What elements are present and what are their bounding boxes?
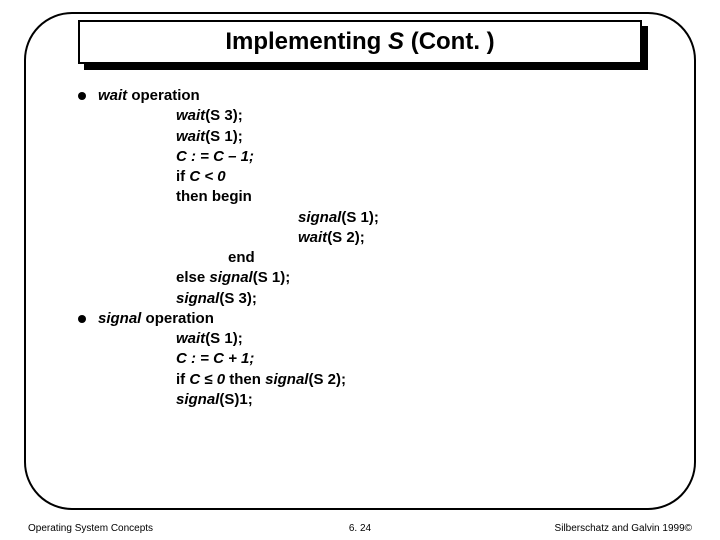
bullet-icon xyxy=(78,92,86,100)
bullet-wait: wait operation wait(S 3); wait(S 1); C :… xyxy=(78,86,658,309)
code-text: then begin xyxy=(176,188,252,205)
code-text: (S 1); xyxy=(341,209,379,226)
wait-line-4: if C < 0 xyxy=(98,167,379,187)
leq-symbol-icon: ≤ xyxy=(204,371,212,388)
code-text: 0 xyxy=(213,371,230,388)
code-text: (S 3); xyxy=(205,107,243,124)
title-italic: S xyxy=(388,28,404,55)
title-container: Implementing S (Cont. ) xyxy=(78,20,642,64)
signal-block: signal operation wait(S 1); C : = C + 1;… xyxy=(98,309,346,410)
wait-line-2: wait(S 1); xyxy=(98,127,379,147)
content-area: wait operation wait(S 3); wait(S 1); C :… xyxy=(78,86,658,410)
title-box: Implementing S (Cont. ) xyxy=(78,20,642,64)
code-text: C : = C – 1; xyxy=(176,148,254,165)
signal-heading-italic: signal xyxy=(98,310,141,327)
slide: Implementing S (Cont. ) wait operation w… xyxy=(0,0,720,540)
wait-heading: wait operation xyxy=(98,86,379,106)
signal-heading: signal operation xyxy=(98,309,346,329)
wait-line-7: wait(S 2); xyxy=(98,228,379,248)
code-text: (S 2); xyxy=(327,229,365,246)
code-text: (S 1); xyxy=(205,330,243,347)
footer-right: Silberschatz and Galvin 1999© xyxy=(555,523,692,534)
code-text: (S 1); xyxy=(205,128,243,145)
wait-heading-italic: wait xyxy=(98,87,127,104)
signal-line-3: if C ≤ 0 then signal(S 2); xyxy=(98,370,346,390)
title-post: (Cont. ) xyxy=(404,28,495,55)
code-text: (S 3); xyxy=(219,290,257,307)
signal-line-4: signal(S)1; xyxy=(98,390,346,410)
signal-line-1: wait(S 1); xyxy=(98,329,346,349)
signal-heading-rest: operation xyxy=(141,310,214,327)
wait-line-8: end xyxy=(98,248,379,268)
code-text: then xyxy=(229,371,265,388)
wait-line-9: else signal(S 1); xyxy=(98,268,379,288)
slide-title: Implementing S (Cont. ) xyxy=(225,28,494,56)
code-text: signal xyxy=(209,269,252,286)
code-text: (S)1; xyxy=(219,391,252,408)
code-text: (S 2); xyxy=(308,371,346,388)
wait-line-5: then begin xyxy=(98,187,379,207)
code-text: C < 0 xyxy=(189,168,225,185)
code-text: else xyxy=(176,269,209,286)
wait-block: wait operation wait(S 3); wait(S 1); C :… xyxy=(98,86,379,309)
signal-line-2: C : = C + 1; xyxy=(98,349,346,369)
code-text: C : = C + 1; xyxy=(176,350,254,367)
code-text: wait xyxy=(176,107,205,124)
footer-right-text: Silberschatz and Galvin 1999 xyxy=(555,523,685,534)
wait-line-3: C : = C – 1; xyxy=(98,147,379,167)
copyright-icon: © xyxy=(685,523,692,534)
wait-line-1: wait(S 3); xyxy=(98,106,379,126)
code-text: wait xyxy=(298,229,327,246)
code-text: if xyxy=(176,371,189,388)
code-text: signal xyxy=(176,290,219,307)
bullet-signal: signal operation wait(S 1); C : = C + 1;… xyxy=(78,309,658,410)
code-text: C xyxy=(189,371,204,388)
bullet-icon xyxy=(78,315,86,323)
code-text: wait xyxy=(176,128,205,145)
wait-line-6: signal(S 1); xyxy=(98,208,379,228)
code-text: end xyxy=(228,249,255,266)
code-text: if xyxy=(176,168,189,185)
code-text: signal xyxy=(298,209,341,226)
code-text: signal xyxy=(176,391,219,408)
code-text: (S 1); xyxy=(253,269,291,286)
wait-line-10: signal(S 3); xyxy=(98,289,379,309)
code-text: wait xyxy=(176,330,205,347)
code-text: signal xyxy=(265,371,308,388)
wait-heading-rest: operation xyxy=(127,87,200,104)
title-pre: Implementing xyxy=(225,28,388,55)
